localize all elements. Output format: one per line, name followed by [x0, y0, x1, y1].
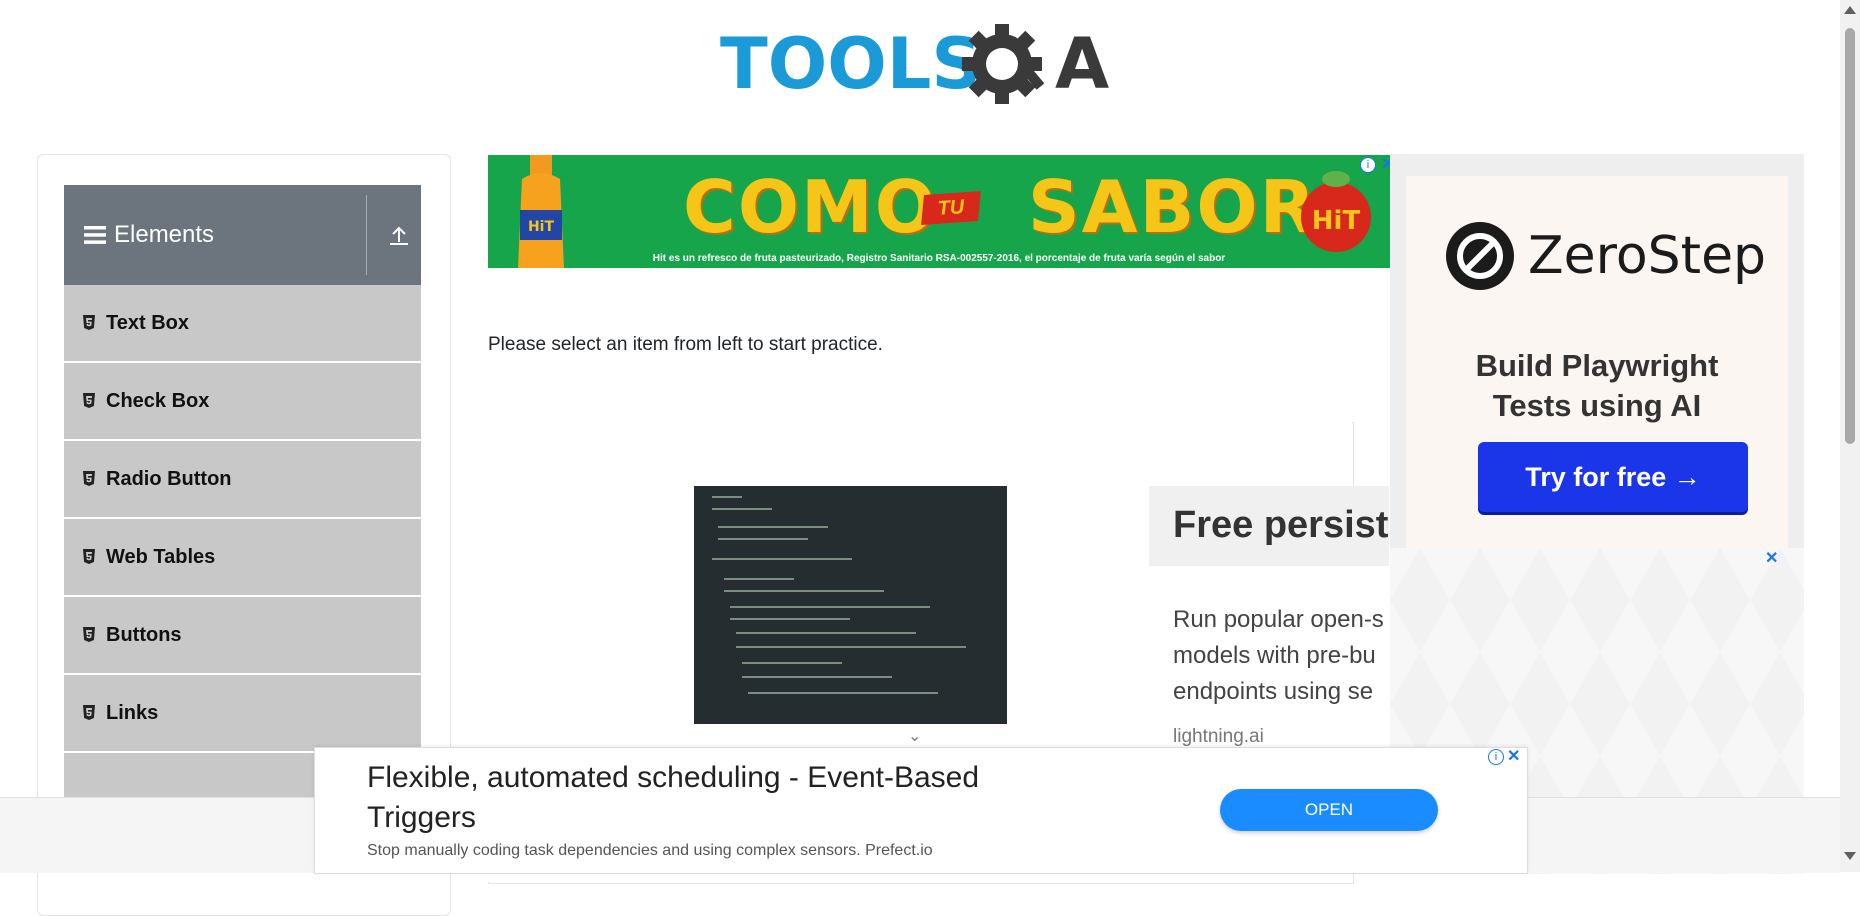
- open-button[interactable]: OPEN: [1220, 789, 1438, 831]
- svg-text:HiT: HiT: [1312, 206, 1361, 236]
- page-scrollbar[interactable]: [1840, 0, 1860, 872]
- menu-item-check-box[interactable]: Check Box: [64, 363, 421, 441]
- html5-icon: [83, 315, 95, 330]
- bottle-image: HiT: [518, 155, 564, 268]
- ad-info-icon[interactable]: i: [1360, 157, 1376, 173]
- scrollbar-thumb[interactable]: [1845, 28, 1855, 444]
- menu-item-label: Web Tables: [106, 545, 216, 568]
- chevron-down-icon[interactable]: ⌄: [908, 726, 921, 746]
- menu-item-label: Links: [106, 701, 159, 724]
- group-title: Elements: [114, 221, 215, 248]
- intro-text: Please select an item from left to start…: [488, 334, 883, 355]
- menu-item-web-tables[interactable]: Web Tables: [64, 519, 421, 597]
- gear-icon: [962, 24, 1045, 104]
- bottom-ad-close-icon[interactable]: ✕: [1507, 746, 1520, 766]
- menu-item-label: Text Box: [106, 311, 189, 334]
- bottom-banner-ad[interactable]: Flexible, automated scheduling - Event-B…: [314, 747, 1528, 874]
- bottom-ad-info-icon[interactable]: i: [1488, 749, 1504, 765]
- logo-text-tools: TOOLS: [720, 23, 982, 105]
- html5-icon: [83, 471, 95, 486]
- menu-item-links[interactable]: Links: [64, 675, 421, 753]
- mid-ad-domain: lightning.ai: [1173, 726, 1264, 747]
- menu-item-label: Check Box: [106, 389, 210, 412]
- bottom-ad-headline: Flexible, automated scheduling - Event-B…: [367, 761, 980, 834]
- mid-ad-text-panel[interactable]: Free persiste Run popular open-s models …: [1149, 486, 1410, 786]
- logo-text-a: A: [1055, 23, 1109, 105]
- scroll-down-arrow-icon[interactable]: [1844, 852, 1856, 860]
- menu-item-label: Buttons: [106, 623, 182, 646]
- try-for-free-button[interactable]: Try for free →: [1478, 442, 1748, 512]
- html5-icon: [83, 627, 95, 642]
- html5-icon: [83, 705, 95, 720]
- mid-ad-title: Free persiste: [1173, 504, 1410, 546]
- bottom-ad-subtext: Stop manually coding task dependencies a…: [367, 842, 933, 859]
- toolsqa-logo[interactable]: TOOLS A: [720, 18, 1125, 113]
- zerostep-tagline: Build Playwright Tests using AI: [1475, 348, 1719, 423]
- code-screen-image: [694, 486, 1007, 724]
- html5-icon: [83, 393, 95, 408]
- menu-item-label: Radio Button: [106, 467, 232, 490]
- hamburger-icon: [84, 226, 106, 244]
- html5-icon: [83, 549, 95, 564]
- ad-headline-mid: TU: [919, 191, 983, 225]
- ad-headline: COMO SABOR: [683, 165, 1317, 249]
- hit-brand-logo: HiT: [1301, 171, 1371, 252]
- collapse-up-icon[interactable]: [384, 220, 414, 250]
- scroll-up-arrow-icon[interactable]: [1844, 6, 1856, 14]
- elements-group-header[interactable]: Elements: [64, 185, 421, 285]
- top-banner-ad[interactable]: HiT COMO SABOR TU HiT Hit es un refresco …: [488, 155, 1390, 268]
- ad-legal-text: Hit es un refresco de fruta pasteurizado…: [652, 253, 1226, 264]
- menu-item-buttons[interactable]: Buttons: [64, 597, 421, 675]
- zerostep-logo-icon: [1446, 222, 1514, 290]
- zerostep-brand: ZeroStep: [1528, 226, 1767, 286]
- zerostep-ad-card[interactable]: ZeroStep Build Playwright Tests using AI…: [1406, 176, 1788, 548]
- header-divider: [366, 195, 367, 275]
- ad-headline-right: SABOR: [1027, 165, 1318, 249]
- menu-item-radio-button[interactable]: Radio Button: [64, 441, 421, 519]
- svg-text:HiT: HiT: [528, 219, 555, 235]
- menu-item-text-box[interactable]: Text Box: [64, 285, 421, 363]
- ad-headline-left: COMO: [683, 165, 938, 249]
- right-ad-close-icon[interactable]: ✕: [1765, 548, 1778, 568]
